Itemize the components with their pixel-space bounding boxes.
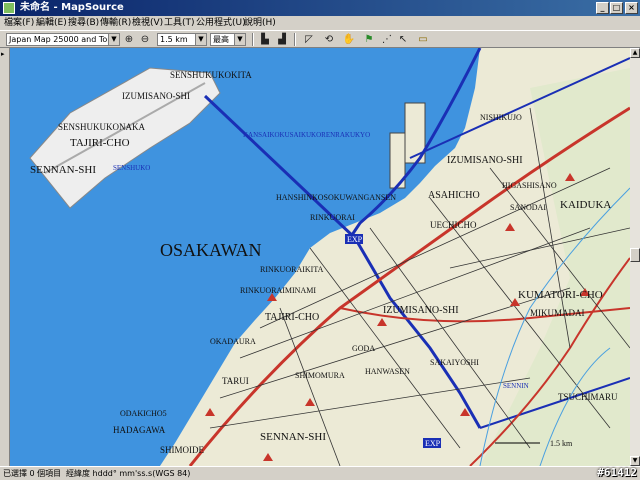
zoom-out-icon[interactable]: ⊖ (138, 33, 152, 46)
route-icon[interactable]: ⋰ (380, 33, 394, 46)
map-label: TAJIRI-CHO (265, 312, 319, 323)
map-label: NISHIKUJO (480, 113, 522, 122)
map-label: RINKUORAIMINAMI (240, 286, 316, 295)
select-icon[interactable]: ↖ (396, 33, 410, 46)
map-label: ASAHICHO (428, 190, 480, 201)
chevron-down-icon[interactable]: ▼ (195, 34, 206, 45)
watermark: #61412 (597, 466, 637, 479)
map-label: SENSHUKUKOKITA (170, 70, 252, 80)
zoom-select[interactable]: 1.5 km ▼ (157, 33, 207, 46)
product-select-value: Japan Map 25000 and Topo v1 (9, 35, 120, 44)
map-label: HANWASEN (365, 367, 410, 376)
maximize-button[interactable]: □ (610, 2, 623, 14)
selection-status: 已選擇 0 個項目 (3, 469, 62, 478)
map-label: UECHICHO (430, 220, 477, 230)
zoom-in-icon[interactable]: ⊕ (122, 33, 136, 46)
map-canvas[interactable]: EXP EXP SENSHUKUKOKITA IZUMISANO-SHI SEN… (10, 48, 630, 466)
map-label: SENNAN-SHI (260, 431, 326, 443)
menu-transfer[interactable]: 傳輸(R) (100, 17, 131, 29)
map-label: TSUCHIMARU (558, 392, 618, 402)
map-label: KUMATORI-CHO (518, 289, 603, 301)
map-label: TAJIRI-CHO (70, 137, 130, 149)
map-label: GODA (352, 344, 375, 353)
map-label: SAKAIYOSHI (430, 358, 479, 367)
hand-icon[interactable]: ✋ (342, 33, 356, 46)
pan-icon[interactable]: ⟲ (322, 33, 336, 46)
map-label: IZUMISANO-SHI (447, 155, 523, 166)
map-label: SENNIN (503, 382, 529, 390)
detail-select[interactable]: 最高 ▼ (210, 33, 246, 46)
map-label: ODAKICHO5 (120, 409, 167, 418)
send-icon[interactable]: ▟ (275, 33, 289, 46)
map-label: SENNAN-SHI (30, 164, 96, 176)
exp-label: EXP (425, 439, 441, 448)
title-bar: 未命名 - MapSource _ □ × (0, 0, 640, 16)
measure-icon[interactable]: ▭ (416, 33, 430, 46)
menu-utilities[interactable]: 公用程式(U) (196, 17, 246, 29)
receive-icon[interactable]: ▙ (258, 33, 272, 46)
map-label: RINKUORAI (310, 213, 355, 222)
map-label: HANSHINKOSOKUWANGANSEN (276, 193, 396, 202)
scroll-down-icon[interactable]: ▼ (630, 456, 640, 466)
exp-label: EXP (347, 235, 363, 244)
side-panel-toggle[interactable]: ▸ (0, 48, 10, 466)
map-label: SENSHUKO (113, 164, 150, 172)
menu-view[interactable]: 檢視(V) (132, 17, 163, 29)
map-label: IZUMISANO-SHI (122, 91, 190, 101)
menu-edit[interactable]: 編輯(E) (36, 17, 67, 29)
map-label: SHIMOMURA (295, 371, 345, 380)
minimize-button[interactable]: _ (596, 2, 609, 14)
zoom-select-value: 1.5 km (160, 35, 188, 44)
detail-select-value: 最高 (213, 35, 229, 44)
flag-icon[interactable]: ◸ (302, 33, 316, 46)
map-label: KAIDUKA (560, 199, 611, 211)
map-label: SENSHUKUKONAKA (58, 122, 146, 132)
expand-icon[interactable]: ▸ (1, 50, 5, 58)
map-view[interactable]: EXP EXP SENSHUKUKOKITA IZUMISANO-SHI SEN… (10, 48, 630, 466)
menu-file[interactable]: 檔案(F) (4, 17, 34, 29)
chevron-down-icon[interactable]: ▼ (108, 34, 119, 45)
toolbar-separator (294, 33, 296, 46)
map-label: IZUMISANO-SHI (383, 305, 459, 316)
scroll-up-icon[interactable]: ▲ (630, 48, 640, 58)
product-select[interactable]: Japan Map 25000 and Topo v1 ▼ (6, 33, 120, 46)
menu-bar: 檔案(F) 編輯(E) 搜尋(B) 傳輸(R) 檢視(V) 工具(T) 公用程式… (0, 16, 640, 30)
map-label: MIKUMADAI (530, 308, 585, 318)
menu-tools[interactable]: 工具(T) (164, 17, 195, 29)
map-label: KANSAIKOKUSAIKUKORENRAKUKYO (243, 131, 370, 139)
map-label: HADAGAWA (113, 425, 166, 435)
map-label: RINKUORAIKITA (260, 265, 324, 274)
map-label: SHIMOIDE (160, 445, 205, 455)
window-title: 未命名 - MapSource (20, 2, 124, 13)
toolbar: Japan Map 25000 and Topo v1 ▼ ⊕ ⊖ 1.5 km… (0, 30, 640, 48)
app-icon (3, 2, 15, 14)
map-label: SANODAI (510, 203, 546, 212)
menu-search[interactable]: 搜尋(B) (68, 17, 99, 29)
waypoint-icon[interactable]: ⚑ (362, 33, 376, 46)
toolbar-separator (252, 33, 254, 46)
map-label: HIGASHISANO (502, 181, 557, 190)
map-label: TARUI (222, 376, 249, 386)
map-label: OSAKAWAN (160, 240, 262, 260)
chevron-down-icon[interactable]: ▼ (234, 34, 245, 45)
scroll-thumb[interactable] (630, 248, 640, 262)
scale-label: 1.5 km (550, 439, 573, 448)
close-button[interactable]: × (625, 2, 638, 14)
coordinate-format: 經緯度 hddd° mm'ss.s(WGS 84) (66, 469, 191, 478)
map-label: OKADAURA (210, 337, 256, 346)
status-bar: 已選擇 0 個項目 經緯度 hddd° mm'ss.s(WGS 84) (0, 466, 640, 480)
vertical-scrollbar[interactable]: ▲ ▼ (630, 48, 640, 466)
menu-help[interactable]: 說明(H) (244, 17, 276, 29)
